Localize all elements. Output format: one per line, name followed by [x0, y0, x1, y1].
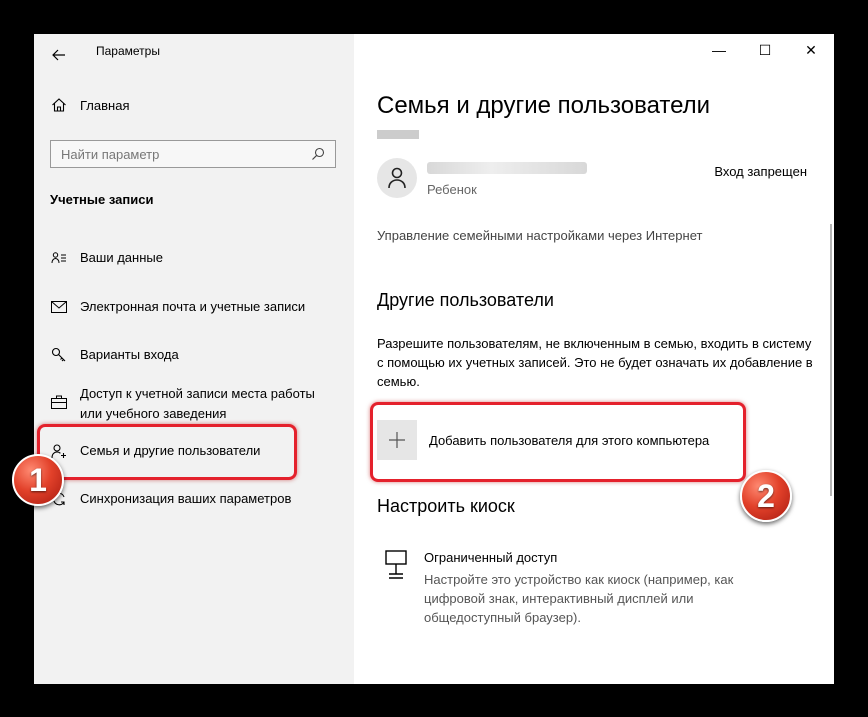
settings-window: Параметры Главная Учетные записи Ваши да… — [34, 34, 834, 684]
step-badge-1: 1 — [12, 454, 64, 506]
step-badge-2: 2 — [740, 470, 792, 522]
person-card-icon — [50, 249, 68, 267]
highlight-box-family — [37, 424, 297, 480]
section-label: Учетные записи — [50, 192, 154, 207]
sidebar-item-work-access[interactable]: Доступ к учетной записи места работы или… — [50, 384, 340, 424]
kiosk-description: Настройте это устройство как киоск (напр… — [424, 572, 734, 625]
sidebar-item-label: Синхронизация ваших параметров — [80, 491, 292, 506]
maximize-button[interactable]: ☐ — [742, 34, 788, 66]
search-box[interactable] — [50, 140, 336, 168]
close-button[interactable]: ✕ — [788, 34, 834, 66]
sidebar-item-sync[interactable]: Синхронизация ваших параметров — [50, 489, 340, 509]
family-account-row[interactable]: Ребенок Вход запрещен — [377, 154, 807, 204]
sidebar-item-home[interactable]: Главная — [50, 96, 129, 114]
sidebar-item-label: Варианты входа — [80, 347, 179, 362]
search-icon — [312, 147, 325, 160]
search-input[interactable] — [61, 146, 291, 162]
highlight-box-add-user — [370, 402, 746, 482]
sidebar-item-sign-in-options[interactable]: Варианты входа — [50, 345, 340, 365]
sidebar-item-email[interactable]: Электронная почта и учетные записи — [50, 297, 340, 317]
kiosk-icon — [384, 550, 408, 585]
home-label: Главная — [80, 97, 130, 113]
briefcase-icon — [50, 393, 68, 411]
sidebar-item-your-info[interactable]: Ваши данные — [50, 248, 340, 268]
sidebar: Параметры Главная Учетные записи Ваши да… — [34, 34, 354, 684]
minimize-button[interactable]: — — [696, 34, 742, 66]
kiosk-heading: Настроить киоск — [377, 496, 515, 516]
window-controls: — ☐ ✕ — [696, 34, 834, 66]
kiosk-title: Ограниченный доступ — [424, 550, 558, 565]
avatar — [377, 158, 417, 198]
back-button[interactable] — [44, 40, 74, 70]
family-settings-link[interactable]: Управление семейными настройками через И… — [377, 228, 702, 243]
title-accent-bar — [377, 130, 419, 139]
account-status: Вход запрещен — [714, 164, 807, 179]
page-title: Семья и другие пользователи — [377, 92, 711, 119]
scrollbar[interactable] — [830, 224, 832, 496]
mail-icon — [50, 298, 68, 316]
other-users-description: Разрешите пользователям, не включенным в… — [377, 336, 813, 389]
person-icon — [388, 167, 406, 189]
other-users-heading: Другие пользователи — [377, 290, 554, 310]
sidebar-item-label: Ваши данные — [80, 250, 163, 265]
key-icon — [50, 346, 68, 364]
arrow-left-icon — [52, 49, 65, 61]
main-content: — ☐ ✕ Семья и другие пользователи Ребено… — [354, 34, 834, 684]
account-type: Ребенок — [427, 182, 477, 197]
sidebar-item-label: Электронная почта и учетные записи — [80, 299, 306, 314]
sidebar-item-label: Доступ к учетной записи места работы или… — [80, 386, 315, 421]
account-name-blurred — [427, 162, 587, 174]
app-title: Параметры — [96, 44, 160, 58]
home-icon — [50, 96, 68, 114]
